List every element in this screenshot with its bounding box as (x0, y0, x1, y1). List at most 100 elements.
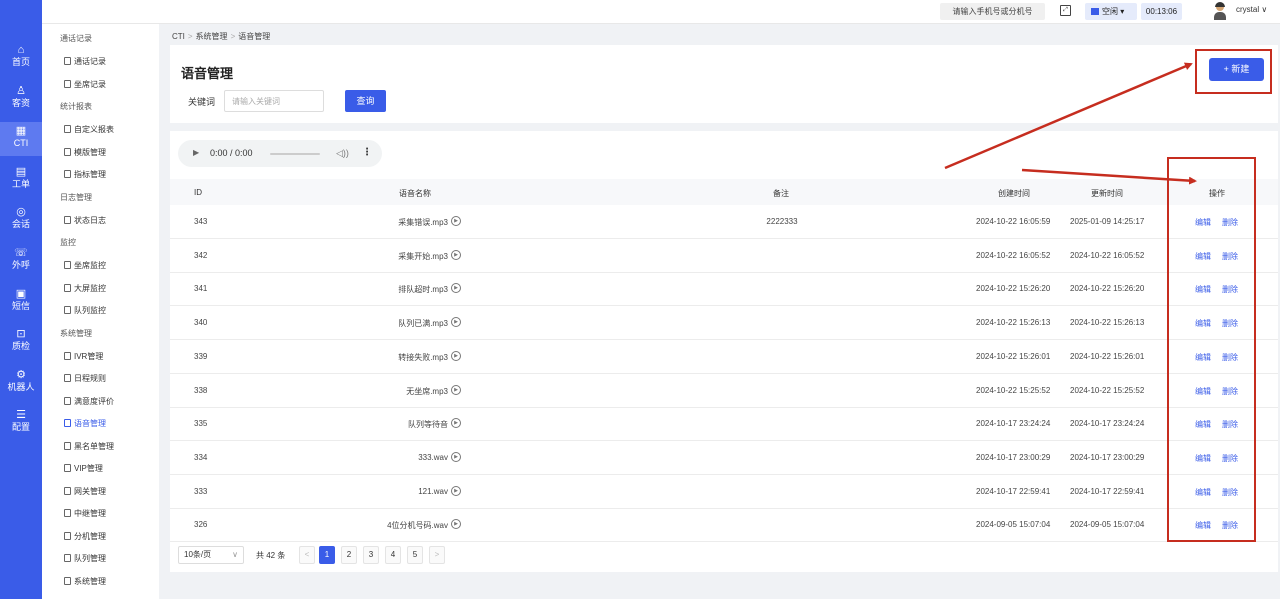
edit-link[interactable]: 编辑 (1195, 520, 1211, 531)
menu-item[interactable]: 坐席监控 (64, 260, 106, 271)
menu-item[interactable]: VIP管理 (64, 463, 103, 474)
menu-item[interactable]: 自定义报表 (64, 124, 114, 135)
rail-item-2[interactable]: ▦ CTI (0, 122, 42, 157)
play-circle-icon[interactable]: ▶ (451, 451, 461, 462)
breadcrumb-current: 语音管理 (238, 32, 271, 41)
cell-updated: 2024-10-17 23:00:29 (1070, 452, 1145, 462)
menu-item[interactable]: 队列监控 (64, 305, 106, 316)
page-button-1[interactable]: 1 (319, 546, 335, 564)
menu-item[interactable]: 指标管理 (64, 169, 106, 180)
play-circle-icon[interactable]: ▶ (451, 384, 461, 395)
menu-item[interactable]: 模版管理 (64, 147, 106, 158)
menu-item[interactable]: 中继管理 (64, 508, 106, 519)
rail-item-9[interactable]: ☰ 配置 (0, 406, 42, 440)
menu-item[interactable]: 黑名单管理 (64, 441, 114, 452)
rail-item-3[interactable]: ▤ 工单 (0, 163, 42, 197)
volume-icon[interactable]: ◁)) (336, 148, 349, 159)
table-row: 341 排队超时.mp3 ▶ 2024-10-22 15:26:20 2024-10-2… (170, 272, 1278, 307)
delete-link[interactable]: 删除 (1222, 352, 1238, 363)
prev-page-button[interactable]: < (299, 546, 315, 564)
agent-status-select[interactable]: 空闲 ▾ (1085, 3, 1137, 20)
new-button[interactable]: + 新建 (1209, 58, 1264, 81)
page-button-2[interactable]: 2 (341, 546, 357, 564)
edit-link[interactable]: 编辑 (1195, 284, 1211, 295)
agent-status-label: 空闲 ▾ (1102, 7, 1125, 16)
play-circle-icon[interactable]: ▶ (451, 519, 461, 530)
menu-item[interactable]: 队列管理 (64, 553, 106, 564)
rail-item-7[interactable]: ⊡ 质检 (0, 325, 42, 359)
delete-link[interactable]: 删除 (1222, 453, 1238, 464)
delete-link[interactable]: 删除 (1222, 386, 1238, 397)
menu-item-label: 黑名单管理 (74, 441, 114, 451)
rail-item-5[interactable]: ☏ 外呼 (0, 244, 42, 278)
cell-name: 转接失败.mp3 (398, 352, 448, 362)
keyword-input[interactable] (224, 90, 324, 112)
edit-link[interactable]: 编辑 (1195, 217, 1211, 228)
document-icon (64, 486, 71, 495)
edit-link[interactable]: 编辑 (1195, 419, 1211, 430)
phone-search-input[interactable]: 请输入手机号或分机号 (940, 3, 1045, 20)
breadcrumb-cti[interactable]: CTI (172, 32, 185, 41)
play-circle-icon[interactable]: ▶ (451, 283, 461, 294)
page-button-3[interactable]: 3 (363, 546, 379, 564)
delete-link[interactable]: 删除 (1222, 419, 1238, 430)
menu-item-label: 通话记录 (74, 57, 106, 66)
edit-link[interactable]: 编辑 (1195, 487, 1211, 498)
rail-item-1[interactable]: ♙ 客资 (0, 82, 42, 116)
menu-item[interactable]: 语音管理 (64, 418, 106, 429)
play-circle-icon[interactable]: ▶ (451, 350, 461, 361)
play-circle-icon[interactable]: ▶ (451, 317, 461, 328)
page-button-4[interactable]: 4 (385, 546, 401, 564)
edit-link[interactable]: 编辑 (1195, 251, 1211, 262)
play-circle-icon[interactable]: ▶ (451, 418, 461, 429)
edit-link[interactable]: 编辑 (1195, 453, 1211, 464)
edit-link[interactable]: 编辑 (1195, 318, 1211, 329)
delete-link[interactable]: 删除 (1222, 284, 1238, 295)
menu-item[interactable]: 系统管理 (64, 576, 106, 587)
audio-time: 0:00 / 0:00 (210, 148, 253, 158)
edit-link[interactable]: 编辑 (1195, 386, 1211, 397)
document-icon (64, 283, 71, 292)
menu-item[interactable]: 状态日志 (64, 215, 106, 226)
more-options-icon[interactable]: ⋮ (362, 147, 372, 158)
audio-progress-slider[interactable] (270, 153, 320, 155)
menu-item[interactable]: 大屏监控 (64, 283, 106, 294)
menu-item[interactable]: 网关管理 (64, 486, 106, 497)
breadcrumb-system[interactable]: 系统管理 (196, 32, 228, 41)
menu-item-label: 状态日志 (74, 215, 106, 225)
total-count: 共 42 条 (256, 551, 286, 560)
menu-item-label: 满意度评价 (74, 396, 114, 406)
rail-item-6[interactable]: ▣ 短信 (0, 285, 42, 319)
play-circle-icon[interactable]: ▶ (451, 485, 461, 496)
user-menu[interactable]: crystal ∨ (1236, 5, 1267, 14)
play-circle-icon[interactable]: ▶ (451, 216, 461, 226)
delete-link[interactable]: 删除 (1222, 217, 1238, 228)
next-page-button[interactable]: > (429, 546, 445, 564)
rail-item-0[interactable]: ⌂ 首页 (0, 41, 42, 75)
menu-item[interactable]: 坐席记录 (64, 79, 106, 90)
menu-item-label: 中继管理 (74, 509, 106, 518)
delete-link[interactable]: 删除 (1222, 520, 1238, 531)
menu-item[interactable]: 日程规则 (64, 373, 106, 384)
menu-item[interactable]: 满意度评价 (64, 396, 114, 407)
delete-link[interactable]: 删除 (1222, 251, 1238, 262)
menu-item[interactable]: IVR管理 (64, 351, 103, 362)
page-button-5[interactable]: 5 (407, 546, 423, 564)
avatar[interactable] (1213, 2, 1227, 20)
rail-item-8[interactable]: ⚙ 机器人 (0, 366, 42, 400)
fullscreen-icon[interactable]: ⤢ (1060, 5, 1071, 16)
play-circle-icon[interactable]: ▶ (451, 249, 461, 260)
document-icon (64, 147, 71, 156)
menu-item[interactable]: 通话记录 (64, 56, 106, 67)
query-button[interactable]: 查询 (345, 90, 386, 112)
page-size-select[interactable]: 10条/页 ∨ (178, 546, 244, 564)
menu-item-label: 队列管理 (74, 554, 106, 563)
menu-item[interactable]: 分机管理 (64, 531, 106, 542)
cell-name: 4位分机号码.wav (387, 521, 448, 531)
delete-link[interactable]: 删除 (1222, 318, 1238, 329)
rail-item-4[interactable]: ◎ 会话 (0, 203, 42, 237)
edit-link[interactable]: 编辑 (1195, 352, 1211, 363)
delete-link[interactable]: 删除 (1222, 487, 1238, 498)
cell-name: 队列已满.mp3 (398, 319, 448, 329)
play-icon[interactable]: ▶ (193, 148, 199, 157)
